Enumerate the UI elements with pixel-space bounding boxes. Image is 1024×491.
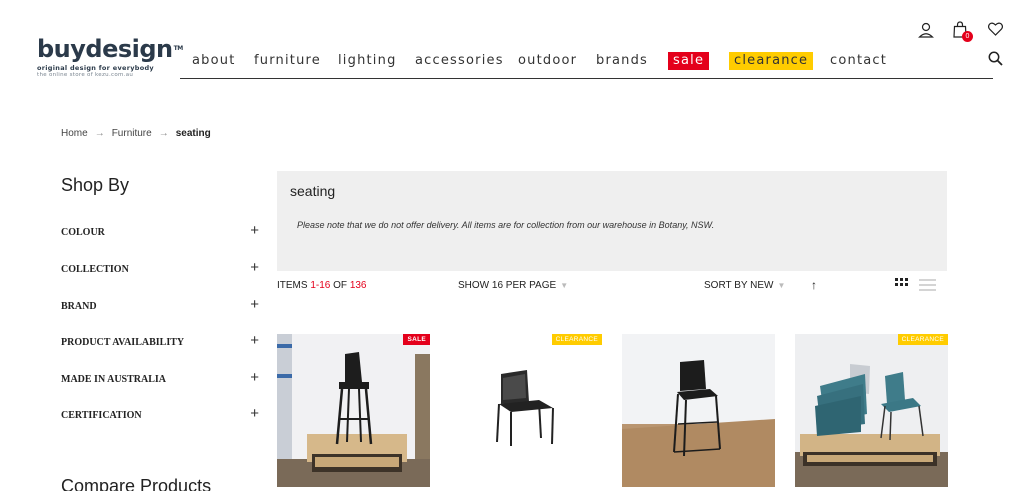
grid-view-icon[interactable] <box>895 278 909 292</box>
nav-furniture[interactable]: furniture <box>249 52 326 70</box>
breadcrumb-furniture[interactable]: Furniture <box>112 128 152 139</box>
plus-icon[interactable]: + <box>250 259 259 277</box>
filter-label: CERTIFICATION <box>61 410 142 421</box>
breadcrumb: Home → Furniture → seating <box>61 128 211 139</box>
product-badge: CLEARANCE <box>551 334 602 345</box>
filter-label: BRAND <box>61 301 97 312</box>
arrow-right-icon: → <box>94 128 105 139</box>
filter-brand[interactable]: BRAND + <box>61 296 259 314</box>
product-toolbar: ITEMS 1-16 OF 136 SHOW 16 PER PAGE ▼ SORT… <box>277 278 947 294</box>
logo-tagline: original design for everybody <box>37 64 154 72</box>
product-image <box>795 334 948 487</box>
items-count: ITEMS 1-16 OF 136 <box>277 280 367 291</box>
plus-icon[interactable]: + <box>250 222 259 240</box>
site-logo[interactable]: buydesignTM original design for everybod… <box>37 36 187 78</box>
product-card[interactable] <box>622 334 775 487</box>
nav-outdoor[interactable]: outdoor <box>513 52 582 70</box>
product-image <box>277 334 430 487</box>
breadcrumb-current: seating <box>175 128 211 139</box>
chevron-down-icon: ▼ <box>560 281 569 290</box>
user-icon[interactable] <box>918 22 934 38</box>
items-total: 136 <box>349 280 367 291</box>
product-card[interactable]: SALE <box>277 334 430 487</box>
filter-label: COLOUR <box>61 227 105 238</box>
filter-label: PRODUCT AVAILABILITY <box>61 337 185 348</box>
nav-contact[interactable]: contact <box>825 52 892 70</box>
filter-product-availability[interactable]: PRODUCT AVAILABILITY + <box>61 332 259 350</box>
plus-icon[interactable]: + <box>250 405 259 423</box>
cart-count-badge: 0 <box>962 31 973 42</box>
breadcrumb-home[interactable]: Home <box>61 128 88 139</box>
list-view-icon[interactable] <box>919 278 936 292</box>
shop-by-title: Shop By <box>61 175 130 195</box>
filter-colour[interactable]: COLOUR + <box>61 222 259 240</box>
nav-brands[interactable]: brands <box>591 52 653 70</box>
items-of: OF <box>330 280 350 291</box>
sort-select[interactable]: SORT BY NEW ▼ <box>704 280 785 291</box>
filter-made-in-australia[interactable]: MADE IN AUSTRALIA + <box>61 369 259 387</box>
nav-about[interactable]: about <box>187 52 241 70</box>
heart-icon[interactable] <box>988 22 1003 36</box>
plus-icon[interactable]: + <box>250 296 259 314</box>
plus-icon[interactable]: + <box>250 332 259 350</box>
plus-icon[interactable]: + <box>250 369 259 387</box>
filter-label: COLLECTION <box>61 264 129 275</box>
filter-certification[interactable]: CERTIFICATION + <box>61 405 259 423</box>
compare-products-title: Compare Products <box>61 476 212 491</box>
nav-accessories[interactable]: accessories <box>410 52 509 70</box>
product-card[interactable]: CLEARANCE <box>449 334 602 487</box>
items-prefix: ITEMS <box>277 280 311 291</box>
per-page-label: SHOW 16 PER PAGE <box>458 280 557 291</box>
category-title: seating <box>290 183 336 199</box>
nav-sale[interactable]: sale <box>668 52 710 70</box>
product-card[interactable]: CLEARANCE <box>795 334 948 487</box>
items-range: 1-16 <box>310 280 331 291</box>
logo-name: buydesign <box>37 35 173 63</box>
filter-label: MADE IN AUSTRALIA <box>61 374 167 385</box>
arrow-right-icon: → <box>158 128 169 139</box>
main-navigation: about furniture lighting accessories out… <box>180 50 993 79</box>
search-icon[interactable] <box>988 51 1003 66</box>
sort-direction-arrow-up-icon[interactable]: ↑ <box>811 278 817 292</box>
product-badge: SALE <box>403 334 430 345</box>
per-page-select[interactable]: SHOW 16 PER PAGE ▼ <box>458 280 568 291</box>
nav-lighting[interactable]: lighting <box>333 52 402 70</box>
product-image <box>622 334 775 487</box>
nav-clearance[interactable]: clearance <box>729 52 814 70</box>
category-note: Please note that we do not offer deliver… <box>297 220 715 230</box>
sort-label: SORT BY NEW <box>704 280 774 291</box>
chevron-down-icon: ▼ <box>777 281 786 290</box>
filter-collection[interactable]: COLLECTION + <box>61 259 259 277</box>
category-banner: seating Please note that we do not offer… <box>277 171 947 271</box>
logo-subline: the online store of kezu.com.au <box>37 72 134 78</box>
product-image <box>449 334 602 487</box>
product-badge: CLEARANCE <box>897 334 948 345</box>
